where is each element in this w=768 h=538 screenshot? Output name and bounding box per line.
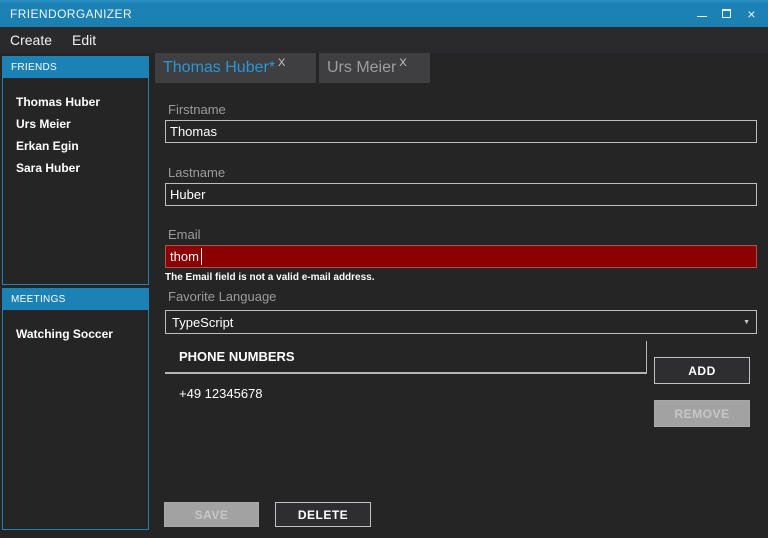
add-phone-button[interactable]: ADD xyxy=(654,357,750,384)
close-icon: × xyxy=(747,5,756,22)
window-controls: × xyxy=(689,0,764,27)
meetings-list: Watching Soccer xyxy=(3,310,148,345)
friend-list-item[interactable]: Urs Meier xyxy=(3,113,148,135)
tab-urs-meier[interactable]: Urs Meier X xyxy=(319,53,430,83)
phone-number-list-item[interactable]: +49 12345678 xyxy=(165,384,647,404)
friends-panel-header: FRIENDS xyxy=(3,57,148,78)
friends-list: Thomas Huber Urs Meier Erkan Egin Sara H… xyxy=(3,78,148,179)
remove-phone-button[interactable]: REMOVE xyxy=(654,400,750,427)
favorite-language-label: Favorite Language xyxy=(168,289,277,304)
lastname-label: Lastname xyxy=(168,165,226,180)
tab-thomas-huber[interactable]: Thomas Huber* X xyxy=(155,53,316,83)
friend-list-item[interactable]: Erkan Egin xyxy=(3,135,148,157)
title-bar: FRIENDORGANIZER × xyxy=(0,0,768,27)
minimize-icon xyxy=(696,16,707,17)
email-input[interactable] xyxy=(165,245,757,268)
meetings-panel-header: MEETINGS xyxy=(3,289,148,310)
close-button[interactable]: × xyxy=(739,0,764,27)
maximize-button[interactable] xyxy=(714,0,739,27)
menu-bar: Create Edit xyxy=(0,27,768,53)
email-validation-error: The Email field is not a valid e-mail ad… xyxy=(165,272,375,283)
delete-button[interactable]: DELETE xyxy=(275,502,371,527)
meeting-list-item[interactable]: Watching Soccer xyxy=(3,323,148,345)
tab-label: Thomas Huber* xyxy=(163,59,276,76)
friend-list-item[interactable]: Sara Huber xyxy=(3,157,148,179)
tab-close-icon[interactable]: X xyxy=(399,57,406,69)
lastname-input[interactable] xyxy=(165,183,757,206)
email-label: Email xyxy=(168,227,201,242)
tab-close-icon[interactable]: X xyxy=(278,57,285,69)
tab-label: Urs Meier xyxy=(327,59,397,76)
maximize-icon xyxy=(722,9,731,18)
meetings-panel: MEETINGS Watching Soccer xyxy=(2,288,149,530)
app-title: FRIENDORGANIZER xyxy=(10,6,133,21)
favorite-language-select[interactable]: TypeScript ▼ xyxy=(165,310,757,334)
menu-edit[interactable]: Edit xyxy=(62,27,106,53)
firstname-input[interactable] xyxy=(165,120,757,143)
chevron-down-icon: ▼ xyxy=(743,318,750,326)
text-caret xyxy=(201,248,202,265)
friend-list-item[interactable]: Thomas Huber xyxy=(3,91,148,113)
minimize-button[interactable] xyxy=(689,0,714,27)
favorite-language-value: TypeScript xyxy=(172,314,234,330)
phone-numbers-column-header[interactable]: PHONE NUMBERS xyxy=(165,341,647,374)
save-button[interactable]: SAVE xyxy=(164,502,259,527)
menu-create[interactable]: Create xyxy=(0,27,62,53)
firstname-label: Firstname xyxy=(168,102,226,117)
friends-panel: FRIENDS Thomas Huber Urs Meier Erkan Egi… xyxy=(2,56,149,285)
